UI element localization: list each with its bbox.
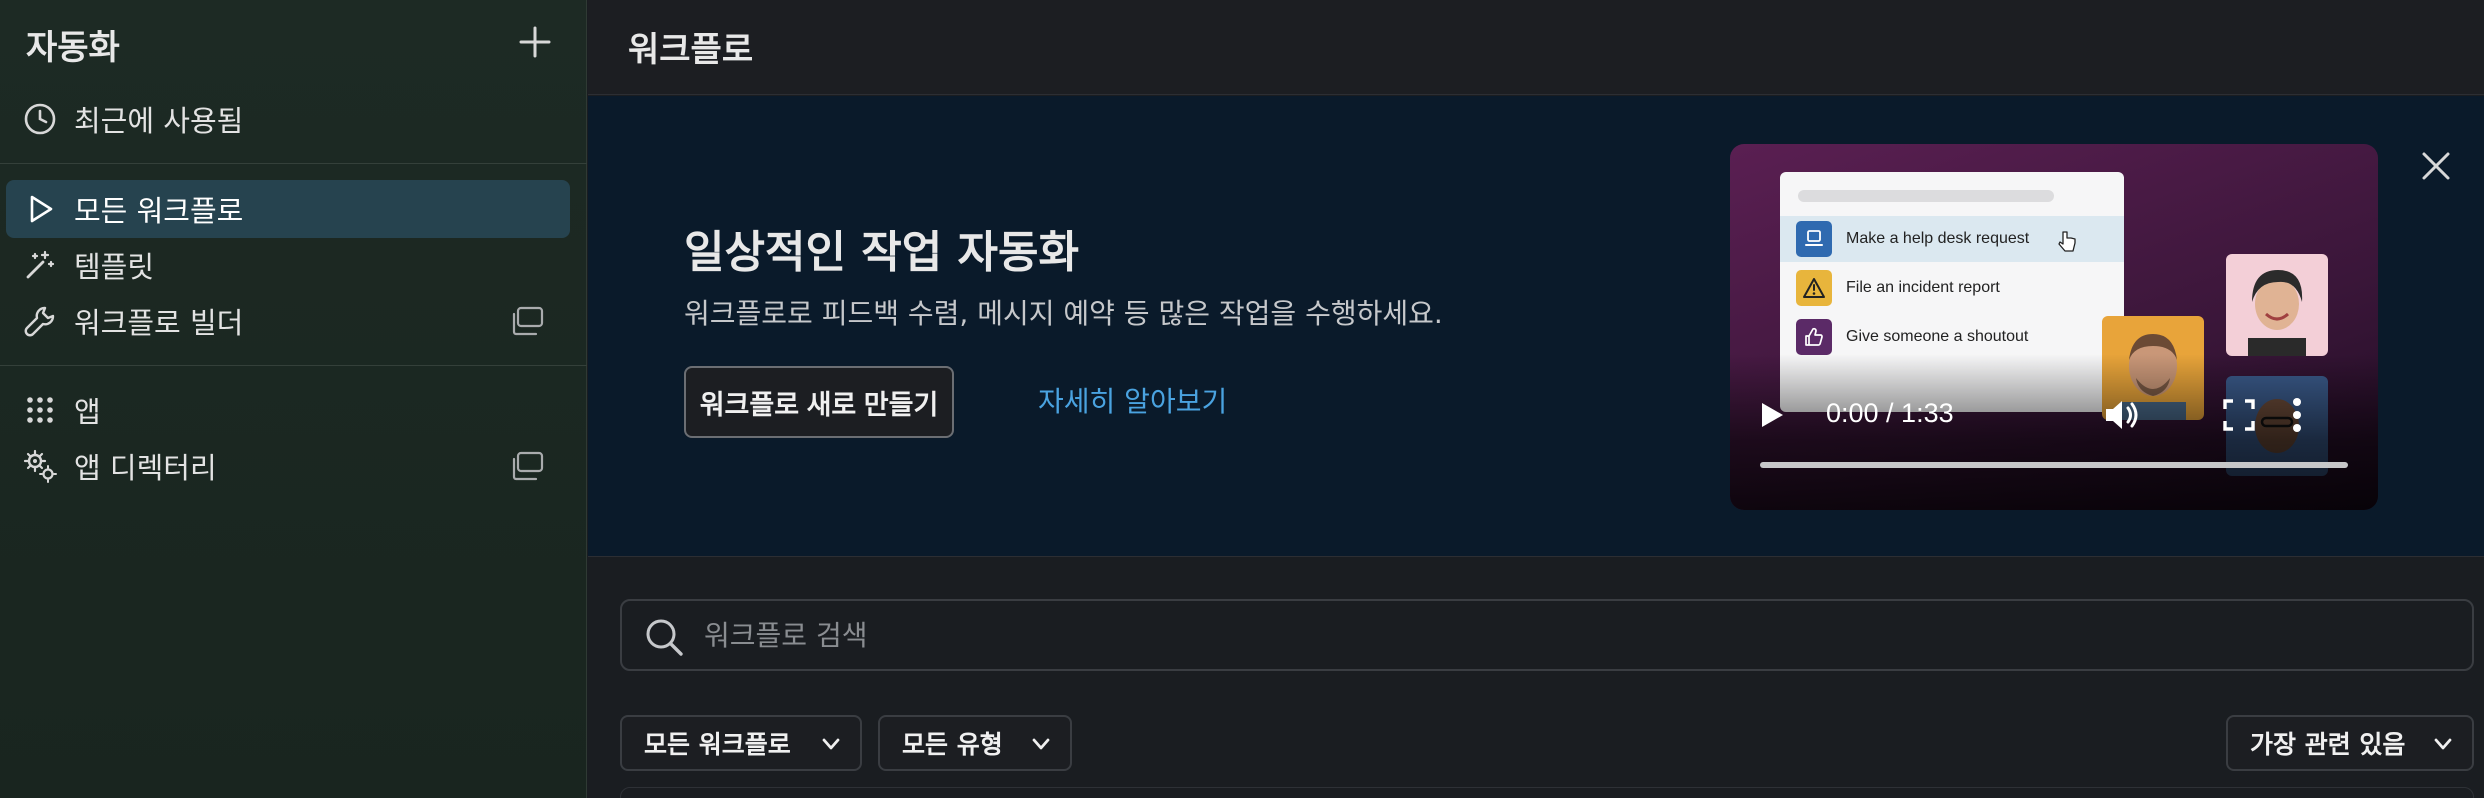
automation-banner: 일상적인 작업 자동화 워크플로로 피드백 수렴, 메시지 예약 등 많은 작업… [588, 96, 2484, 557]
search-input[interactable] [704, 613, 2404, 657]
sidebar-item-app-directory[interactable]: 앱 디렉터리 [0, 437, 570, 495]
filter-all-workflows[interactable]: 모든 워크플로 [620, 715, 862, 771]
gears-icon [22, 448, 58, 484]
menu-item-incident: File an incident report [1780, 265, 2124, 311]
video-time: 0:00 / 1:33 [1826, 398, 1954, 428]
banner-title: 일상적인 작업 자동화 [684, 227, 1079, 278]
filter-label: 모든 유형 [902, 730, 1003, 759]
chevron-down-icon [2434, 738, 2452, 750]
sort-dropdown[interactable]: 가장 관련 있음 [2226, 715, 2474, 771]
warning-icon [1796, 270, 1832, 306]
volume-icon[interactable] [2102, 396, 2142, 434]
sidebar-item-templates[interactable]: 템플릿 [0, 236, 570, 294]
thumbs-up-icon [1796, 319, 1832, 355]
sidebar-item-label: 앱 [74, 395, 101, 429]
menu-item-label: Give someone a shoutout [1846, 328, 2029, 345]
learn-more-link[interactable]: 자세히 알아보기 [1038, 380, 1227, 420]
video-controls [1730, 354, 2378, 510]
fullscreen-icon[interactable] [2222, 398, 2256, 432]
filter-all-types[interactable]: 모든 유형 [878, 715, 1072, 771]
open-external-icon[interactable] [508, 304, 546, 338]
pointer-cursor-icon [2058, 231, 2076, 252]
sidebar-item-label: 최근에 사용됨 [74, 104, 244, 138]
wrench-icon [22, 303, 58, 339]
person-avatar [2226, 254, 2328, 356]
search-icon [646, 619, 683, 656]
sidebar-title: 자동화 [26, 28, 120, 68]
sidebar: 자동화 최근에 사용됨 모든 워크플로 템플릿 워크플로 빌더 앱 앱 디렉터리 [0, 0, 587, 798]
sidebar-item-label: 워크플로 빌더 [74, 306, 244, 340]
search-bar-placeholder [1798, 190, 2054, 202]
sidebar-item-all-workflows[interactable]: 모든 워크플로 [6, 180, 570, 238]
chevron-down-icon [1032, 738, 1050, 750]
sidebar-divider [0, 163, 587, 164]
page-title: 워크플로 [628, 30, 754, 70]
sidebar-item-apps[interactable]: 앱 [0, 381, 570, 439]
main-content: 워크플로 일상적인 작업 자동화 워크플로로 피드백 수렴, 메시지 예약 등 … [588, 0, 2484, 798]
chevron-down-icon [822, 738, 840, 750]
banner-description: 워크플로로 피드백 수렴, 메시지 예약 등 많은 작업을 수행하세요. [684, 297, 1443, 330]
sidebar-item-recent[interactable]: 최근에 사용됨 [0, 90, 570, 148]
grid-dots-icon [22, 392, 58, 428]
create-workflow-button[interactable]: 워크플로 새로 만들기 [684, 366, 954, 438]
top-bar: 워크플로 [588, 0, 2484, 95]
close-icon[interactable] [2416, 146, 2456, 186]
sort-label: 가장 관련 있음 [2250, 730, 2406, 759]
sidebar-item-workflow-builder[interactable]: 워크플로 빌더 [0, 292, 570, 350]
video-player[interactable]: Make a help desk request File an inciden… [1730, 144, 2378, 510]
open-external-icon[interactable] [508, 449, 546, 483]
play-icon[interactable] [1758, 400, 1786, 430]
video-progress-bar[interactable] [1760, 462, 2348, 468]
laptop-icon [1796, 221, 1832, 257]
clock-icon [22, 101, 58, 137]
workflow-search[interactable] [620, 599, 2474, 671]
sidebar-item-label: 앱 디렉터리 [74, 451, 217, 485]
list-item [620, 787, 2474, 798]
plus-icon[interactable] [515, 22, 555, 62]
more-options-icon[interactable] [2290, 396, 2304, 434]
play-outline-icon [22, 191, 58, 227]
magic-wand-icon [22, 247, 58, 283]
sidebar-divider [0, 365, 587, 366]
filter-label: 모든 워크플로 [644, 730, 791, 759]
menu-item-label: File an incident report [1846, 279, 2000, 296]
sidebar-item-label: 템플릿 [74, 250, 155, 284]
menu-item-help-desk: Make a help desk request [1780, 216, 2124, 262]
sidebar-item-label: 모든 워크플로 [74, 194, 244, 228]
menu-item-label: Make a help desk request [1846, 230, 2030, 247]
